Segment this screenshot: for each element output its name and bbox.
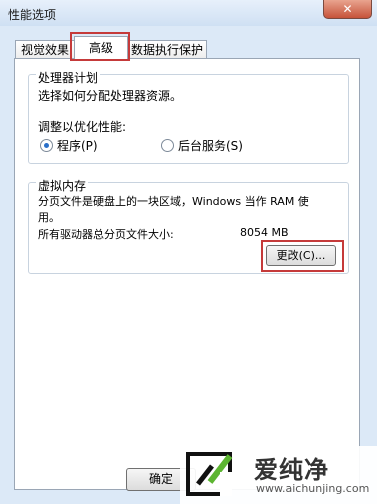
vm-group-title: 虚拟内存 — [36, 177, 89, 194]
programs-radio[interactable] — [40, 139, 53, 152]
watermark-logo-icon — [186, 452, 233, 496]
tab-visual-effects[interactable]: 视觉效果 — [15, 40, 75, 59]
tab-data-execution-prevention[interactable]: 数据执行保护 — [127, 40, 207, 59]
title-bar — [0, 0, 377, 26]
adjust-label: 调整以优化性能: — [38, 120, 127, 134]
programs-radio-label[interactable]: 程序(P) — [57, 137, 98, 154]
tab-advanced[interactable]: 高级 — [74, 36, 128, 59]
background-services-radio[interactable] — [161, 139, 174, 152]
vm-description-line2: 用。 — [38, 211, 60, 224]
total-paging-value: 8054 MB — [240, 226, 289, 239]
watermark-brand: 爱纯净 — [254, 456, 329, 484]
change-button[interactable]: 更改(C)... — [266, 245, 336, 266]
background-services-radio-label[interactable]: 后台服务(S) — [178, 137, 243, 154]
total-paging-label: 所有驱动器总分页文件大小: — [38, 228, 174, 241]
close-button[interactable]: ✕ — [323, 0, 372, 19]
processor-group-title: 处理器计划 — [36, 69, 101, 86]
watermark-url: www.aichunjing.com — [256, 482, 370, 495]
window-title: 性能选项 — [8, 8, 57, 22]
vm-description: 分页文件是硬盘上的一块区域，Windows 当作 RAM 使 — [38, 195, 309, 208]
processor-description: 选择如何分配处理器资源。 — [38, 89, 183, 103]
